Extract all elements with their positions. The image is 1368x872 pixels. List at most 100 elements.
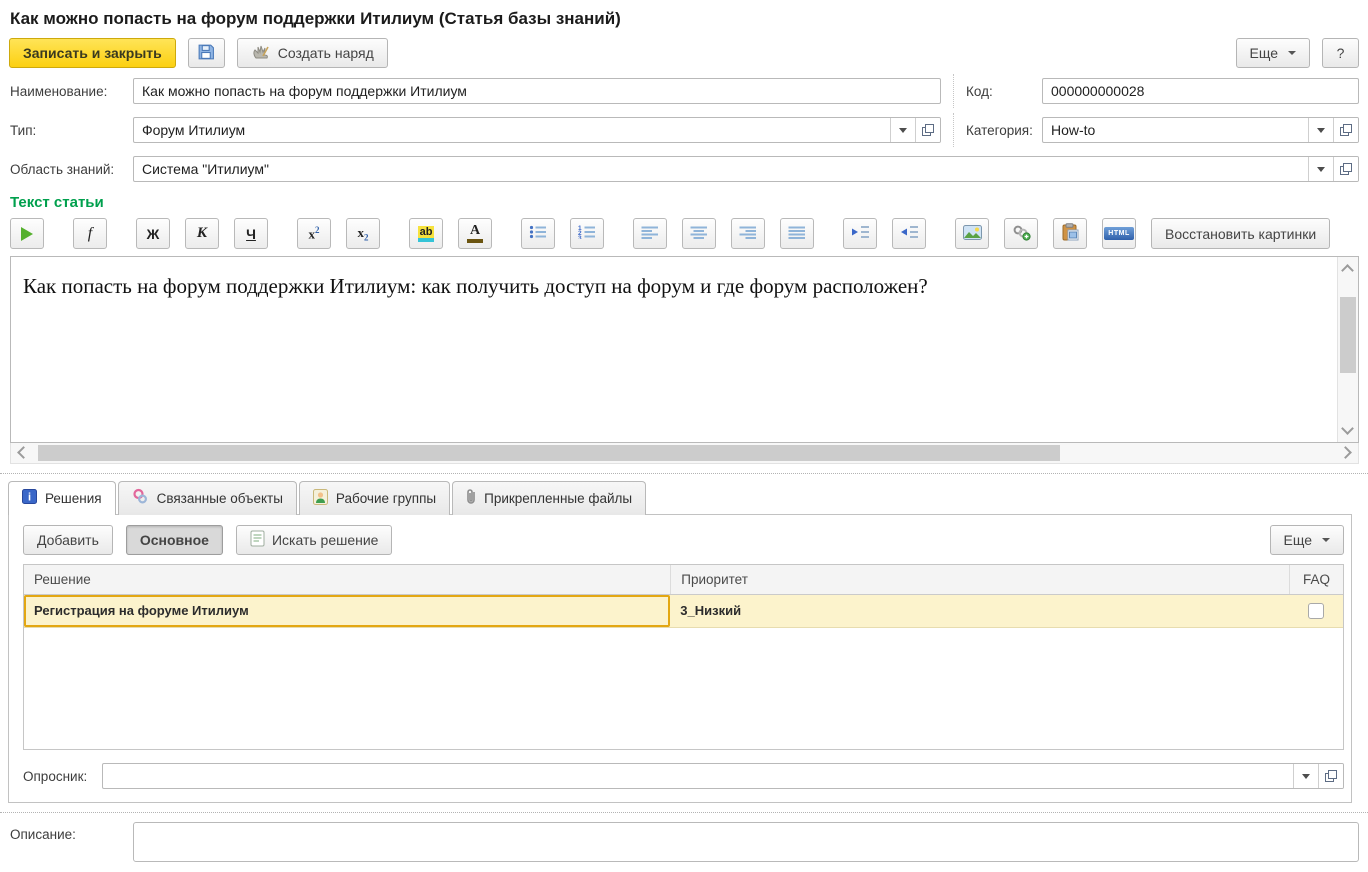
numbered-list-button[interactable]: 123 — [570, 218, 604, 249]
chevron-down-icon — [1322, 538, 1330, 542]
editor-vertical-scrollbar[interactable] — [1337, 257, 1358, 442]
font-color-icon: A — [467, 224, 483, 243]
type-open-button[interactable] — [915, 118, 940, 142]
description-textarea[interactable] — [133, 822, 1359, 862]
scroll-up-icon[interactable] — [1341, 264, 1354, 277]
article-text[interactable]: Как попасть на форум поддержки Итилиум: … — [11, 257, 1358, 299]
svg-text:3: 3 — [578, 235, 582, 239]
paste-button[interactable] — [1053, 218, 1087, 249]
category-dropdown-button[interactable] — [1308, 118, 1333, 142]
align-right-button[interactable] — [731, 218, 765, 249]
superscript-icon: x2 — [309, 225, 320, 242]
tab-attached-files[interactable]: Прикрепленные файлы — [452, 481, 646, 515]
tab-work-groups-label: Рабочие группы — [336, 491, 436, 506]
scroll-left-icon[interactable] — [17, 446, 30, 459]
main-toggle-button[interactable]: Основное — [126, 525, 223, 555]
code-field[interactable] — [1042, 78, 1359, 104]
questionnaire-combo[interactable] — [102, 763, 1344, 789]
article-editor[interactable]: Как попасть на форум поддержки Итилиум: … — [10, 256, 1359, 443]
name-field[interactable] — [133, 78, 941, 104]
tab-linked-objects[interactable]: Связанные объекты — [118, 481, 297, 515]
editor-horizontal-scrollbar[interactable] — [10, 443, 1359, 464]
solutions-more-button[interactable]: Еще — [1270, 525, 1345, 555]
name-input[interactable] — [134, 79, 940, 103]
indent-increase-button[interactable] — [843, 218, 877, 249]
row-type-category: Тип: Категория: — [10, 117, 1359, 143]
column-header-solution[interactable]: Решение — [24, 565, 670, 594]
align-center-button[interactable] — [682, 218, 716, 249]
column-header-faq[interactable]: FAQ — [1289, 565, 1343, 594]
document-icon — [250, 530, 265, 550]
vertical-scrollbar-thumb[interactable] — [1340, 297, 1356, 373]
chevron-down-icon — [899, 128, 907, 133]
align-left-button[interactable] — [633, 218, 667, 249]
category-input[interactable] — [1043, 118, 1308, 142]
questionnaire-input[interactable] — [103, 764, 1293, 788]
questionnaire-dropdown-button[interactable] — [1293, 764, 1318, 788]
code-input[interactable] — [1043, 79, 1358, 103]
scroll-right-icon[interactable] — [1339, 446, 1352, 459]
tab-bar: i Решения Связанные объекты Рабочие груп… — [0, 481, 1368, 514]
solutions-table: Решение Приоритет FAQ Регистрация на фор… — [23, 564, 1344, 750]
faq-checkbox[interactable] — [1308, 603, 1324, 619]
tab-attached-files-label: Прикрепленные файлы — [484, 491, 632, 506]
underline-icon: Ч — [246, 226, 256, 242]
highlight-color-button[interactable]: ab — [409, 218, 443, 249]
form-area: Наименование: Код: Тип: Категория: Облас… — [0, 76, 1368, 182]
knowledge-area-dropdown-button[interactable] — [1308, 157, 1333, 181]
cell-solution[interactable]: Регистрация на форуме Итилиум — [24, 595, 670, 627]
bold-button[interactable]: Ж — [136, 218, 170, 249]
underline-button[interactable]: Ч — [234, 218, 268, 249]
solutions-panel: Добавить Основное Искать решение Еще Реш… — [8, 514, 1352, 803]
horizontal-scrollbar-thumb[interactable] — [38, 445, 1060, 461]
save-and-close-button[interactable]: Записать и закрыть — [9, 38, 176, 68]
column-header-priority[interactable]: Приоритет — [670, 565, 1289, 594]
info-icon: i — [22, 489, 37, 507]
insert-image-button[interactable] — [955, 218, 989, 249]
article-section-title: Текст статьи — [0, 190, 1368, 218]
tab-solutions[interactable]: i Решения — [8, 481, 116, 515]
subscript-button[interactable]: x2 — [346, 218, 380, 249]
linked-objects-icon — [132, 488, 149, 508]
insert-link-button[interactable] — [1004, 218, 1038, 249]
superscript-button[interactable]: x2 — [297, 218, 331, 249]
insert-link-icon — [1012, 224, 1031, 244]
knowledge-area-combo[interactable] — [133, 156, 1359, 182]
restore-images-button[interactable]: Восстановить картинки — [1151, 218, 1330, 249]
work-groups-icon — [313, 489, 328, 508]
questionnaire-label: Опросник: — [23, 769, 102, 784]
type-dropdown-button[interactable] — [890, 118, 915, 142]
type-input[interactable] — [134, 118, 890, 142]
indent-decrease-button[interactable] — [892, 218, 926, 249]
svg-text:i: i — [28, 492, 31, 504]
more-button[interactable]: Еще — [1236, 38, 1311, 68]
save-button[interactable] — [188, 38, 225, 68]
editor-toolbar: f Ж К Ч x2 x2 ab A 123 HTML Восстановить… — [0, 218, 1368, 256]
chevron-down-icon — [1317, 128, 1325, 133]
help-button[interactable]: ? — [1322, 38, 1359, 68]
knowledge-area-open-button[interactable] — [1333, 157, 1358, 181]
cell-priority[interactable]: 3_Низкий — [670, 595, 1289, 627]
formula-button[interactable]: f — [73, 218, 107, 249]
type-combo[interactable] — [133, 117, 941, 143]
align-justify-button[interactable] — [780, 218, 814, 249]
questionnaire-open-button[interactable] — [1318, 764, 1343, 788]
category-combo[interactable] — [1042, 117, 1359, 143]
table-row[interactable]: Регистрация на форуме Итилиум 3_Низкий — [24, 595, 1343, 628]
cell-faq[interactable] — [1289, 595, 1343, 627]
search-solution-button[interactable]: Искать решение — [236, 525, 393, 555]
preview-button[interactable] — [10, 218, 44, 249]
add-button[interactable]: Добавить — [23, 525, 113, 555]
solutions-more-label: Еще — [1284, 532, 1313, 548]
category-open-button[interactable] — [1333, 118, 1358, 142]
font-color-button[interactable]: A — [458, 218, 492, 249]
tab-work-groups[interactable]: Рабочие группы — [299, 481, 450, 515]
italic-button[interactable]: К — [185, 218, 219, 249]
scroll-down-icon[interactable] — [1341, 422, 1354, 435]
knowledge-area-input[interactable] — [134, 157, 1308, 181]
separator — [0, 473, 1368, 474]
html-source-button[interactable]: HTML — [1102, 218, 1136, 249]
hand-tool-icon — [251, 43, 271, 64]
create-order-button[interactable]: Создать наряд — [237, 38, 388, 68]
bullet-list-button[interactable] — [521, 218, 555, 249]
